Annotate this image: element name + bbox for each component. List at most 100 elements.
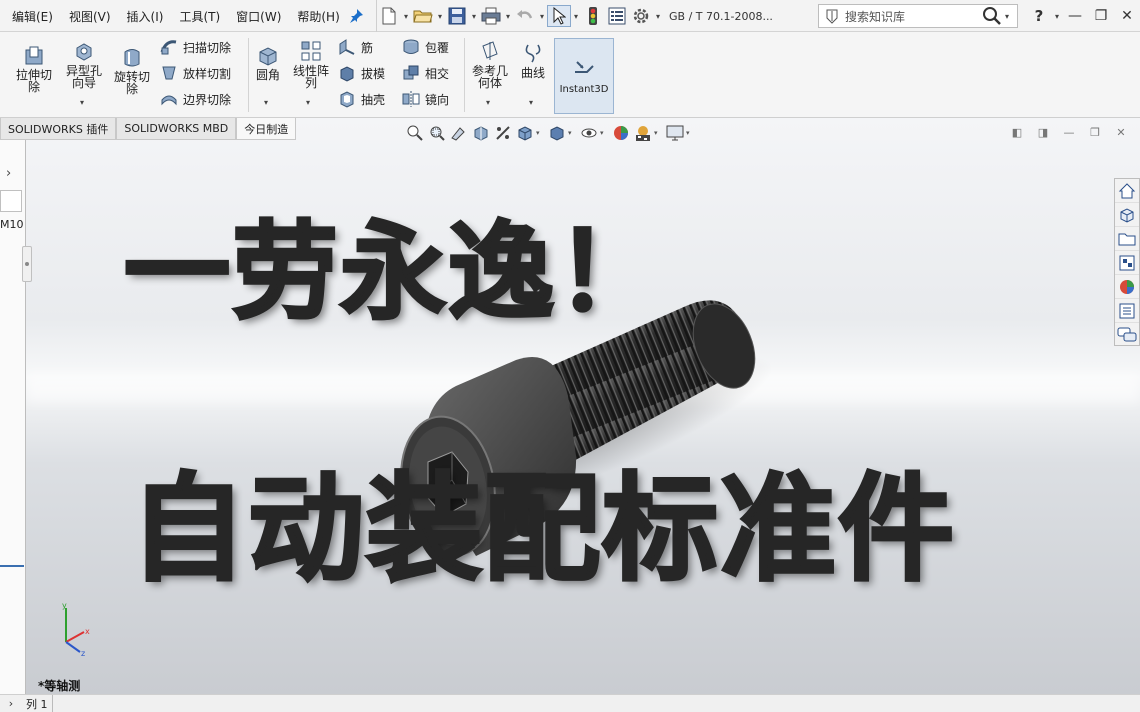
viewport-next-icon[interactable]: ◨: [1034, 124, 1052, 140]
extruded-cut-button[interactable]: 拉伸切除: [12, 44, 56, 93]
quick-access-toolbar: ▾ ▾ ▾ ▾ ▾ ▾ ▾ GB / T 70.1-2008...: [376, 0, 773, 32]
select-cursor-icon[interactable]: [547, 5, 571, 27]
custom-properties-icon[interactable]: [1115, 299, 1139, 323]
shell-button[interactable]: 抽壳: [338, 90, 385, 108]
close-button[interactable]: ✕: [1114, 5, 1140, 27]
lofted-cut-button[interactable]: 放样切割: [160, 64, 231, 82]
previous-view-icon[interactable]: [448, 123, 470, 143]
search-input[interactable]: 搜索知识库: [845, 8, 905, 25]
traffic-light-icon[interactable]: [581, 5, 605, 27]
print-icon[interactable]: [479, 5, 503, 27]
minimize-button[interactable]: —: [1062, 5, 1088, 27]
apply-scene-icon[interactable]: [632, 123, 654, 143]
file-explorer-icon[interactable]: [1115, 227, 1139, 251]
pattern-dropdown-icon[interactable]: ▾: [306, 98, 310, 107]
viewport-prev-icon[interactable]: ◧: [1008, 124, 1026, 140]
restore-button[interactable]: ❐: [1088, 5, 1114, 27]
overlay-title-top: 一劳永逸！: [123, 211, 664, 334]
search-icon[interactable]: [982, 6, 1002, 26]
hole-wizard-dropdown-icon[interactable]: ▾: [80, 98, 84, 107]
display-style-icon[interactable]: [546, 123, 568, 143]
display-style-dropdown-icon[interactable]: ▾: [568, 129, 578, 137]
print-dropdown-icon[interactable]: ▾: [503, 12, 513, 21]
viewport-close-icon[interactable]: ✕: [1112, 124, 1130, 140]
solidworks-resources-icon[interactable]: [1115, 179, 1139, 203]
new-document-icon[interactable]: [377, 5, 401, 27]
menu-help[interactable]: 帮助(H): [289, 8, 347, 25]
part-name[interactable]: M10: [0, 218, 24, 231]
tab-today-manufacturing[interactable]: 今日制造: [236, 118, 297, 140]
menu-insert[interactable]: 插入(I): [119, 8, 172, 25]
forum-icon[interactable]: [1115, 323, 1139, 347]
revolved-cut-button[interactable]: 旋转切除: [110, 46, 154, 95]
rollback-bar[interactable]: [0, 565, 24, 567]
select-dropdown-icon[interactable]: ▾: [571, 12, 581, 21]
scene-dropdown-icon[interactable]: ▾: [654, 129, 664, 137]
menu-edit[interactable]: 编辑(E): [4, 8, 61, 25]
model-tab[interactable]: 列 1: [22, 695, 53, 712]
new-dropdown-icon[interactable]: ▾: [401, 12, 411, 21]
zoom-to-area-icon[interactable]: [426, 123, 448, 143]
panel-box[interactable]: [0, 190, 22, 212]
undo-dropdown-icon[interactable]: ▾: [537, 12, 547, 21]
shell-icon: [340, 91, 354, 108]
menu-view[interactable]: 视图(V): [61, 8, 119, 25]
instant3d-button[interactable]: Instant3D: [554, 38, 614, 114]
viewport-minimize-icon[interactable]: —: [1060, 124, 1078, 140]
hide-show-dropdown-icon[interactable]: ▾: [600, 129, 610, 137]
linear-pattern-button[interactable]: 线性阵列: [290, 40, 332, 89]
open-folder-icon[interactable]: [411, 5, 435, 27]
graphics-viewport[interactable]: ▾ ▾ ▾ ▾ ▾ ◧ ◨ — ❐ ✕ y x z: [26, 118, 1140, 694]
scroll-tabs-icon[interactable]: ›: [0, 697, 22, 710]
hole-wizard-button[interactable]: 异型孔向导: [62, 40, 106, 89]
draft-button[interactable]: 拔模: [338, 64, 385, 82]
options-gear-icon[interactable]: [629, 5, 653, 27]
menu-tools[interactable]: 工具(T): [171, 8, 228, 25]
fillet-dropdown-icon[interactable]: ▾: [264, 98, 268, 107]
file-properties-icon[interactable]: [605, 5, 629, 27]
reference-dropdown-icon[interactable]: ▾: [486, 98, 490, 107]
viewport-restore-icon[interactable]: ❐: [1086, 124, 1104, 140]
boundary-cut-button[interactable]: 边界切除: [160, 90, 231, 108]
undo-icon[interactable]: [513, 5, 537, 27]
expand-chevron-icon[interactable]: ›: [6, 166, 11, 181]
tab-solidworks-mbd[interactable]: SOLIDWORKS MBD: [116, 118, 237, 140]
save-icon[interactable]: [445, 5, 469, 27]
help-icon[interactable]: ?: [1026, 5, 1052, 27]
zoom-to-fit-icon[interactable]: [404, 123, 426, 143]
options-dropdown-icon[interactable]: ▾: [653, 12, 663, 21]
fillet-icon: [259, 47, 277, 66]
help-dropdown-icon[interactable]: ▾: [1052, 12, 1062, 21]
appearances-icon[interactable]: [1115, 275, 1139, 299]
menu-window[interactable]: 窗口(W): [228, 8, 289, 25]
task-pane: [1114, 178, 1140, 346]
command-tabs: SOLIDWORKS 插件 SOLIDWORKS MBD 今日制造: [0, 118, 297, 140]
mirror-button[interactable]: 镜向: [402, 90, 449, 108]
view-settings-icon[interactable]: [664, 123, 686, 143]
dynamic-annotation-icon[interactable]: [492, 123, 514, 143]
view-orientation-icon[interactable]: [514, 123, 536, 143]
curves-button[interactable]: 曲线: [516, 42, 550, 79]
view-palette-icon[interactable]: [1115, 251, 1139, 275]
intersect-button[interactable]: 相交: [402, 64, 449, 82]
view-settings-dropdown-icon[interactable]: ▾: [686, 129, 696, 137]
design-library-icon[interactable]: [1115, 203, 1139, 227]
search-dropdown-icon[interactable]: ▾: [1002, 12, 1012, 21]
standard-label[interactable]: GB / T 70.1-2008...: [669, 10, 773, 23]
save-dropdown-icon[interactable]: ▾: [469, 12, 479, 21]
orientation-dropdown-icon[interactable]: ▾: [536, 129, 546, 137]
viewport-controls: ◧ ◨ — ❐ ✕: [1008, 124, 1130, 140]
tab-solidworks-addins[interactable]: SOLIDWORKS 插件: [0, 118, 117, 140]
fillet-button[interactable]: 圆角: [252, 44, 284, 81]
curves-dropdown-icon[interactable]: ▾: [529, 98, 533, 107]
open-dropdown-icon[interactable]: ▾: [435, 12, 445, 21]
wrap-button[interactable]: 包覆: [402, 38, 449, 56]
panel-collapse-handle[interactable]: [22, 246, 32, 282]
rib-button[interactable]: 筋: [338, 38, 373, 56]
hide-show-items-icon[interactable]: [578, 123, 600, 143]
pin-icon[interactable]: [348, 8, 364, 24]
section-view-icon[interactable]: [470, 123, 492, 143]
edit-appearance-icon[interactable]: [610, 123, 632, 143]
reference-geometry-button[interactable]: 参考几何体: [468, 40, 512, 89]
swept-cut-button[interactable]: 扫描切除: [160, 38, 231, 56]
